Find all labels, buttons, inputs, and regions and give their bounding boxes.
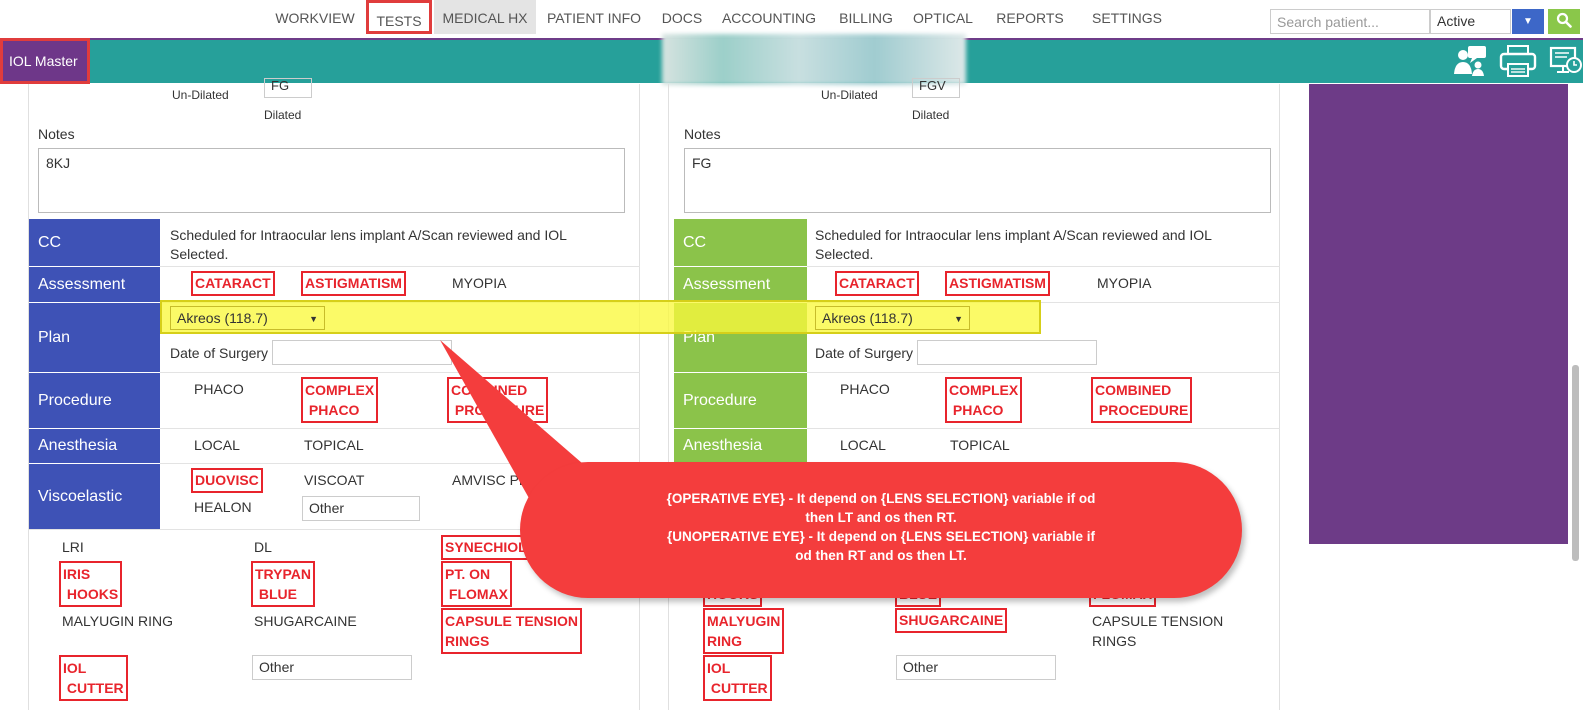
extra-capsule-tension-rings[interactable]: CAPSULE TENSION RINGS [1092,611,1223,651]
status-select[interactable]: Active [1430,9,1511,34]
caret-down-icon: ▼ [1523,16,1533,27]
extra-malyugin-ring[interactable]: MALYUGIN RING [62,612,173,631]
extra-capsule-tension-rings[interactable]: CAPSULE TENSION RINGS [440,608,583,654]
undilated-label: Un-Dilated [821,88,878,102]
assessment-astigmatism[interactable]: ASTIGMATISM [945,271,1050,296]
procedure-phaco[interactable]: PHACO [194,380,244,399]
procedure-combined[interactable]: COMBINED PROCEDURE [446,377,549,423]
annotation-callout-text: {OPERATIVE EYE} - It depend on {LENS SEL… [666,491,1096,563]
viscoelastic-header: Viscoelastic [29,464,160,529]
nav-accounting[interactable]: ACCOUNTING [718,0,820,34]
notes-textarea[interactable] [684,148,1271,213]
extra-iol-cutter[interactable]: IOL CUTTER [59,655,128,701]
extra-shugarcaine[interactable]: SHUGARCAINE [254,612,357,631]
date-of-surgery-label: Date of Surgery [170,345,269,361]
assessment-cataract[interactable]: CATARACT [191,271,275,296]
side-panel [1309,84,1568,544]
plan-header: Plan [29,303,160,372]
search-icon [1556,12,1572,28]
cc-text: Scheduled for Intraocular lens implant A… [170,227,567,262]
cc-text: Scheduled for Intraocular lens implant A… [815,227,1212,262]
notes-textarea[interactable] [38,148,625,213]
extra-synechiol[interactable]: SYNECHIOL [441,535,531,560]
visco-healon[interactable]: HEALON [194,498,252,517]
assessment-myopia[interactable]: MYOPIA [1097,274,1151,293]
nav-patient-info[interactable]: PATIENT INFO [540,0,648,34]
nav-settings[interactable]: SETTINGS [1082,0,1172,34]
assessment-astigmatism[interactable]: ASTIGMATISM [301,271,406,296]
cc-header: CC [29,219,160,266]
scrollbar[interactable] [1572,365,1579,561]
procedure-complex-phaco[interactable]: COMPLEX PHACO [944,377,1023,423]
nav-medical-hx[interactable]: MEDICAL HX [434,0,536,34]
procedure-header: Procedure [674,373,807,428]
cc-header: CC [674,219,807,266]
nav-docs[interactable]: DOCS [654,0,710,34]
date-of-surgery-input[interactable] [917,340,1097,365]
lens-select[interactable]: Akreos (118.7) ▼ [170,306,325,330]
notes-label: Notes [684,126,721,142]
search-patient-input[interactable] [1270,9,1430,34]
nav-tests[interactable]: TESTS [366,0,432,34]
anesthesia-topical[interactable]: TOPICAL [304,436,364,455]
assessment-cataract[interactable]: CATARACT [835,271,919,296]
iol-master-tab[interactable]: IOL Master [0,38,90,84]
nav-optical[interactable]: OPTICAL [906,0,980,34]
status-dropdown-button[interactable]: ▼ [1512,9,1544,34]
caret-down-icon: ▼ [309,314,318,324]
nav-billing[interactable]: BILLING [830,0,902,34]
extra-lri[interactable]: LRI [62,538,84,557]
procedure-phaco[interactable]: PHACO [840,380,890,399]
monitor-clock-icon[interactable] [1549,44,1583,78]
procedure-header: Procedure [29,373,160,428]
dilated-label: Dilated [912,108,950,122]
dilation-value-box[interactable]: FG [264,78,312,98]
nav-workview[interactable]: WORKVIEW [268,0,362,34]
dilated-label: Dilated [264,108,302,122]
anesthesia-local[interactable]: LOCAL [194,436,240,455]
dilation-value-box[interactable]: FGV [912,78,960,98]
lens-select[interactable]: Akreos (118.7) ▼ [815,306,970,330]
visco-amvisc-plus[interactable]: AMVISC PLUS [452,471,546,490]
procedure-combined[interactable]: COMBINED PROCEDURE [1090,377,1193,423]
search-button[interactable] [1548,9,1580,34]
extra-iol-cutter[interactable]: IOL CUTTER [703,655,772,701]
consult-users-icon[interactable] [1452,44,1488,78]
extra-trypan-blue[interactable]: TRYPAN BLUE [251,561,315,607]
anesthesia-header: Anesthesia [674,429,807,463]
anesthesia-topical[interactable]: TOPICAL [950,436,1010,455]
procedure-complex-phaco[interactable]: COMPLEX PHACO [300,377,379,423]
extra-shugarcaine[interactable]: SHUGARCAINE [894,608,1008,633]
anesthesia-header: Anesthesia [29,429,160,463]
assessment-header: Assessment [29,267,160,302]
extras-other-input[interactable]: Other [896,655,1056,680]
extra-iris-hooks[interactable]: IRIS HOOKS [58,561,123,607]
date-of-surgery-input[interactable] [272,340,452,365]
extra-pt-on-flomax[interactable]: PT. ON FLOMAX [441,561,512,607]
assessment-header: Assessment [674,267,807,302]
printer-icon[interactable] [1499,44,1537,78]
extra-malyugin-ring[interactable]: MALYUGIN RING [702,608,785,654]
undilated-label: Un-Dilated [172,88,229,102]
nav-reports[interactable]: REPORTS [988,0,1072,34]
visco-viscoat[interactable]: VISCOAT [304,471,364,490]
anesthesia-local[interactable]: LOCAL [840,436,886,455]
visco-duovisc[interactable]: DUOVISC [191,468,263,493]
top-navigation: WORKVIEW TESTS MEDICAL HX PATIENT INFO D… [0,0,1583,38]
assessment-myopia[interactable]: MYOPIA [452,274,506,293]
extras-other-input[interactable]: Other [252,655,412,680]
date-of-surgery-label: Date of Surgery [815,345,914,361]
extra-dl[interactable]: DL [254,538,272,557]
caret-down-icon: ▼ [954,314,963,324]
visco-other-input[interactable]: Other [302,496,420,521]
notes-label: Notes [38,126,75,142]
